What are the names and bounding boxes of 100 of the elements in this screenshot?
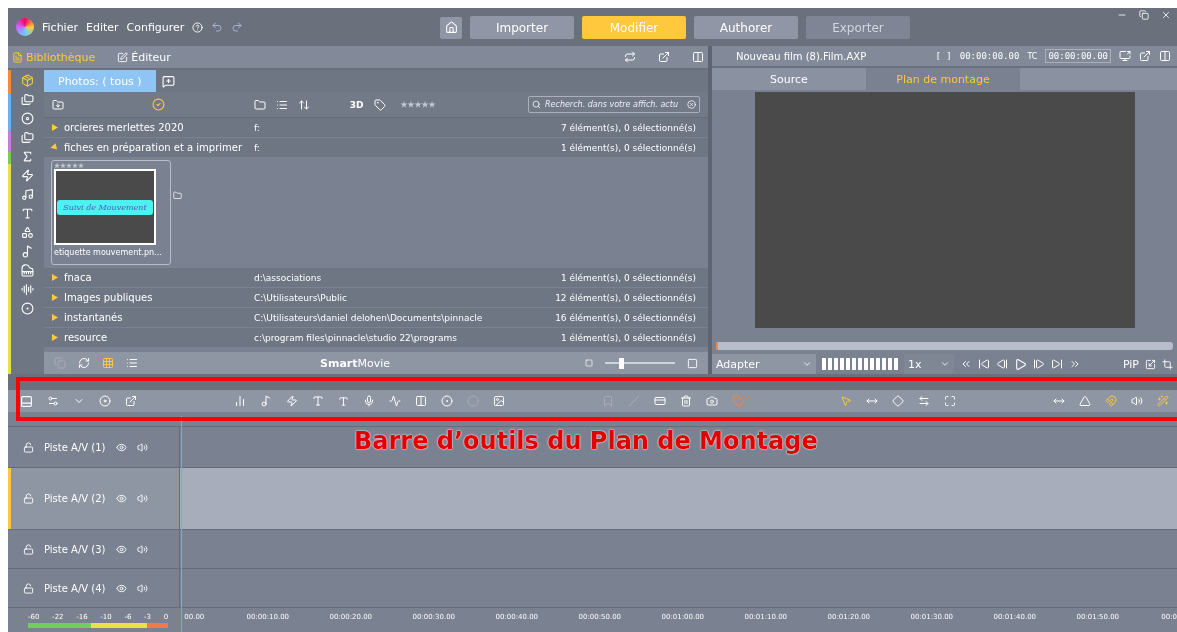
folder-icon[interactable] — [253, 98, 266, 111]
speaker-icon[interactable] — [137, 543, 148, 555]
detach-icon[interactable] — [1139, 50, 1151, 62]
undo-icon[interactable] — [211, 21, 224, 33]
mode-tab[interactable]: Importer — [470, 16, 574, 39]
image-icon[interactable] — [492, 395, 505, 407]
expand-arrow-icon[interactable] — [52, 314, 58, 321]
track-row[interactable]: Piste A/V (2) — [8, 468, 1177, 530]
home-button[interactable] — [440, 16, 462, 39]
slide-icon[interactable] — [918, 395, 931, 407]
chevron-down-icon[interactable] — [940, 359, 950, 369]
title-icon[interactable] — [311, 395, 324, 407]
eye-icon[interactable] — [116, 441, 127, 453]
layout-icon[interactable] — [692, 51, 704, 63]
marker-icon[interactable] — [601, 395, 614, 407]
home-icon[interactable] — [444, 21, 458, 34]
folder-row[interactable]: fiches en préparation et a imprimer f: 1 élément(s), 0 sélectionné(s) — [44, 138, 708, 158]
swap-icon[interactable] — [624, 51, 636, 63]
folder-row[interactable]: fnaca d:\associations 1 élément(s), 0 sélectionné(s) — [44, 268, 708, 288]
delete-icon[interactable] — [679, 395, 692, 407]
waveform-icon[interactable] — [21, 283, 34, 296]
folders-icon[interactable] — [21, 93, 34, 106]
folder-row[interactable]: instantanés C:\Utilisateurs\daniel delohen\Documents\pinnacle 16 élément(s), 0 sélectionné(s) — [44, 308, 708, 328]
eye-icon[interactable] — [116, 543, 127, 555]
lock-icon[interactable] — [23, 582, 34, 594]
rewind-icon[interactable] — [960, 358, 972, 370]
expand-arrow-icon[interactable] — [52, 124, 58, 131]
search-bar[interactable]: Recherch. dans votre affich. actu — [528, 96, 700, 113]
redo-icon[interactable] — [231, 21, 244, 33]
color-wheel-icon[interactable] — [440, 395, 453, 407]
menu-item[interactable]: Configurer — [126, 20, 185, 34]
refresh-icon[interactable] — [78, 357, 90, 369]
camera-icon[interactable] — [705, 395, 718, 407]
menu-item[interactable]: Fichier — [42, 20, 78, 34]
panel-tab[interactable]: Bibliothèque — [12, 50, 96, 64]
fullscreen-icon[interactable] — [1119, 50, 1131, 62]
stretch-icon[interactable] — [944, 395, 957, 407]
lock-icon[interactable] — [23, 441, 34, 453]
expand-arrow-icon[interactable] — [52, 274, 58, 281]
large-square-icon[interactable] — [687, 357, 698, 369]
track-view-icon[interactable] — [20, 394, 33, 408]
track-row[interactable]: Piste A/V (4) — [8, 569, 1177, 608]
chevron-down-icon[interactable] — [802, 359, 812, 369]
microphone-icon[interactable] — [362, 395, 375, 407]
restore-icon[interactable] — [1139, 10, 1149, 20]
expand-arrow-icon[interactable] — [52, 334, 58, 341]
sort-icon[interactable] — [297, 98, 310, 111]
folder-row[interactable]: Images publiques C:\Utilisateurs\Public 12 élément(s), 0 sélectionné(s) — [44, 288, 708, 308]
folder-row[interactable]: resource c:\program files\pinnacle\studio 22\programs 1 élément(s), 0 sélectionné(s) — [44, 328, 708, 348]
check-icon[interactable] — [152, 98, 166, 111]
disc-icon[interactable] — [21, 112, 34, 125]
mode-tab[interactable]: Authorer — [694, 16, 798, 39]
box-icon[interactable] — [21, 74, 34, 87]
pointer-icon[interactable] — [840, 395, 853, 407]
folder-icon[interactable] — [173, 191, 182, 200]
shapes-icon[interactable] — [21, 226, 34, 239]
previous-icon[interactable] — [978, 358, 990, 370]
list-icon[interactable] — [126, 357, 138, 369]
search-field[interactable]: Recherch. dans votre affich. actu — [543, 99, 685, 110]
track-row[interactable]: Piste A/V (3) — [8, 530, 1177, 569]
speaker-icon[interactable] — [137, 582, 148, 594]
rating-stars-icon[interactable] — [54, 162, 84, 169]
lock-icon[interactable] — [23, 543, 34, 555]
menu-item[interactable]: Editer — [85, 20, 119, 34]
add-tab-icon[interactable] — [161, 74, 175, 88]
card-icon[interactable] — [653, 395, 666, 407]
audio-mixer-icon[interactable] — [233, 395, 246, 407]
edit-icon[interactable] — [117, 51, 129, 63]
fast-forward-icon[interactable] — [1069, 358, 1081, 370]
eye-icon[interactable] — [116, 582, 127, 594]
title-icon[interactable] — [21, 207, 34, 220]
music-icon[interactable] — [21, 188, 34, 201]
lightning-icon[interactable] — [285, 395, 298, 407]
speed-dropdown[interactable]: 1x — [904, 354, 954, 374]
export-icon[interactable] — [125, 395, 137, 407]
document-icon[interactable] — [12, 51, 23, 63]
ramp-icon[interactable] — [1079, 395, 1091, 407]
music-icon[interactable] — [259, 395, 272, 407]
clear-icon[interactable] — [687, 100, 696, 109]
piano-icon[interactable] — [21, 264, 34, 277]
crop-icon[interactable] — [1162, 358, 1173, 370]
jog-wheel[interactable] — [822, 358, 898, 370]
3d-toggle[interactable]: 3D — [349, 99, 364, 110]
timecode-field[interactable]: 00:00:00.00 — [1045, 49, 1111, 63]
disc-icon[interactable] — [21, 302, 34, 315]
settings-icon[interactable] — [47, 395, 59, 407]
speaker-icon[interactable] — [137, 441, 148, 453]
panel-tab[interactable]: Éditeur — [117, 50, 171, 64]
curve-icon[interactable] — [388, 395, 401, 407]
search-icon[interactable] — [532, 100, 541, 109]
scrubber-track[interactable] — [716, 342, 1173, 350]
folders-icon[interactable] — [21, 131, 34, 144]
scale-icon[interactable] — [1145, 358, 1156, 370]
close-icon[interactable] — [1161, 10, 1171, 20]
help-icon[interactable] — [192, 21, 204, 33]
import-folder-icon[interactable] — [52, 98, 64, 111]
grid-icon[interactable] — [102, 357, 114, 369]
play-icon[interactable] — [1014, 357, 1027, 371]
title-3d-icon[interactable] — [337, 395, 349, 407]
expand-arrow-icon[interactable] — [52, 294, 58, 301]
